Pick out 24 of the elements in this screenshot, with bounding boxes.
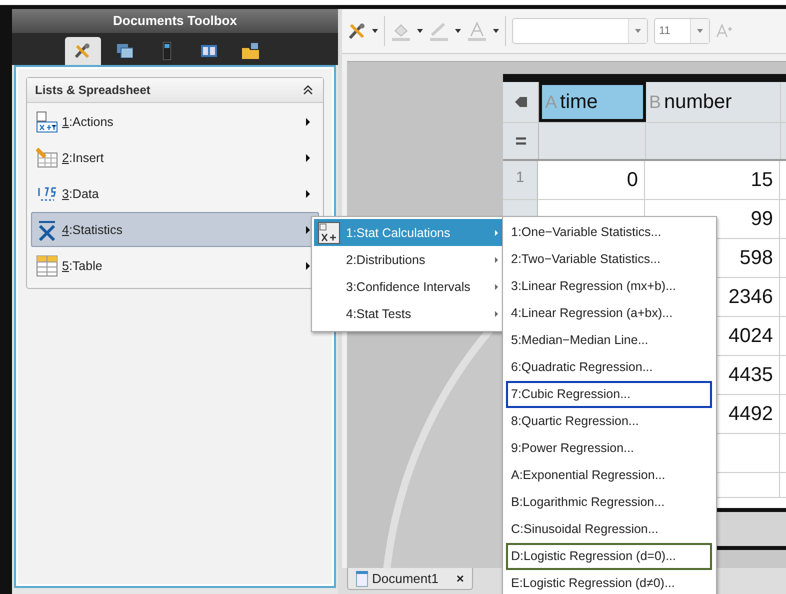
close-button[interactable]: × bbox=[456, 571, 464, 586]
menu-item[interactable]: 3:Data bbox=[31, 176, 319, 211]
toolbox-title: Documents Toolbox bbox=[12, 9, 338, 33]
menu-item[interactable]: 1:Actions bbox=[31, 104, 319, 139]
column-header[interactable]: B number bbox=[646, 82, 781, 122]
submenu-item[interactable]: 7:Cubic Regression... bbox=[506, 381, 712, 408]
submenu-item[interactable]: 2:Distributions bbox=[314, 246, 504, 273]
column-header[interactable]: Atime bbox=[539, 82, 646, 122]
submenu-item[interactable]: C:Sinusoidal Regression... bbox=[506, 516, 712, 543]
panel-title: Lists & Spreadsheet bbox=[35, 83, 150, 97]
submenu-item[interactable]: 4:Stat Tests bbox=[314, 300, 504, 327]
submenu-item[interactable]: 9:Power Regression... bbox=[506, 435, 712, 462]
font-size-field[interactable]: 11 bbox=[654, 18, 710, 44]
menu-item[interactable]: 4:Statistics bbox=[31, 212, 319, 247]
row-number: 1 bbox=[503, 161, 538, 199]
table-cell: 0 bbox=[538, 161, 645, 199]
submenu-item[interactable]: A:Exponential Regression... bbox=[506, 462, 712, 489]
submenu-item[interactable]: B:Logarithmic Regression... bbox=[506, 489, 712, 516]
submenu-item[interactable]: 3:Confidence Intervals bbox=[314, 273, 504, 300]
submenu-item[interactable]: D:Logistic Regression (d=0)... bbox=[506, 543, 712, 570]
table-cell: 15 bbox=[645, 161, 780, 199]
submenu-item[interactable]: E:Logistic Regression (d≠0)... bbox=[506, 570, 712, 594]
document-tab[interactable]: Document1 × bbox=[347, 568, 473, 590]
menu-item[interactable]: 2:Insert bbox=[31, 140, 319, 175]
